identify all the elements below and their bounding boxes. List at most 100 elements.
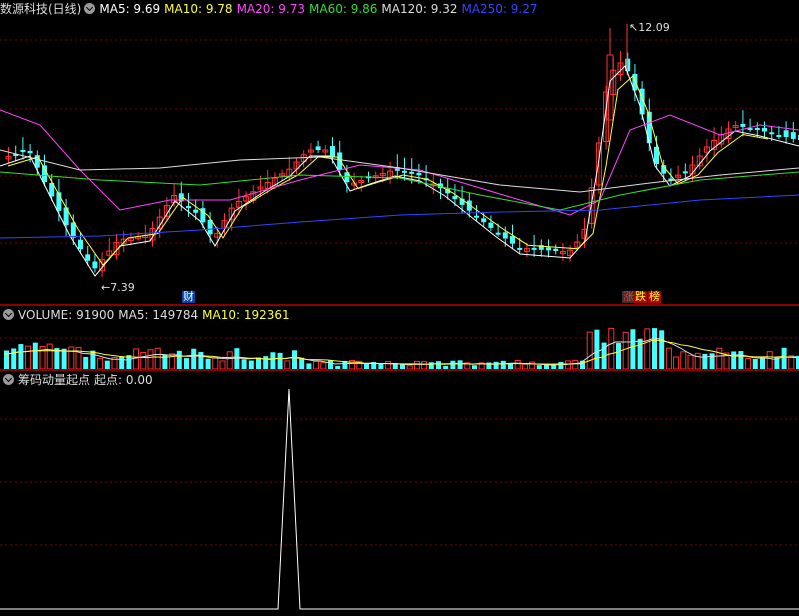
ma250-line <box>0 194 799 239</box>
candle-body <box>517 247 523 250</box>
volume-bar <box>680 351 687 370</box>
candle-body <box>416 172 422 176</box>
volume-bar <box>46 343 53 370</box>
ma-indicator-0: MA5: 9.69 <box>99 2 161 16</box>
candle-body <box>337 152 343 170</box>
candle-body <box>546 247 551 251</box>
candle-body <box>70 222 76 238</box>
kline-chart[interactable] <box>0 0 799 305</box>
volume-bar <box>558 361 564 369</box>
candle-body <box>531 247 537 250</box>
stock-title: 数源科技(日线) <box>0 2 82 16</box>
volume-bar <box>652 328 657 369</box>
signal-chart[interactable] <box>0 371 799 616</box>
ma20-line <box>0 109 799 216</box>
candle-body <box>495 232 501 235</box>
volume-bar <box>413 360 420 370</box>
volume-indicator-2: MA10: 192361 <box>202 308 290 322</box>
ma120-line <box>0 149 799 193</box>
high-price-marker: ↖12.09 <box>629 21 670 34</box>
volume-bar <box>292 350 297 369</box>
volume-bar <box>500 360 506 369</box>
volume-bar <box>90 350 96 369</box>
fall-tag[interactable]: 跌 <box>634 291 647 303</box>
volume-pane[interactable]: VOLUME: 91900 MA5: 149784 MA10: 192361 <box>0 306 799 370</box>
candle-body <box>402 170 407 173</box>
signal-pane[interactable]: 筹码动量起点 起点: 0.00 <box>0 371 799 616</box>
ma-indicator-3: MA60: 9.86 <box>309 2 378 16</box>
candle-body <box>315 146 321 150</box>
ma-indicator-2: MA20: 9.73 <box>236 2 305 16</box>
volume-bar <box>572 359 579 370</box>
candle-body <box>330 146 335 157</box>
volume-bar <box>731 351 737 369</box>
candle-body <box>186 206 191 209</box>
volume-bar <box>421 361 428 370</box>
candle-body <box>27 150 33 154</box>
volume-bar <box>212 357 219 370</box>
collapse-toggle-icon[interactable] <box>3 309 14 320</box>
candle-body <box>754 127 760 130</box>
volume-bar <box>256 357 261 369</box>
volume-bar <box>18 344 24 369</box>
volume-bar <box>687 354 694 370</box>
candle-body <box>606 54 614 121</box>
volume-bar <box>694 352 701 370</box>
candle-body <box>510 235 515 244</box>
finance-tag[interactable]: 财 <box>182 291 195 303</box>
volume-bar <box>644 328 651 370</box>
candle-body <box>78 239 83 250</box>
volume-bar <box>133 348 140 370</box>
candle-body <box>553 248 559 251</box>
candle-body <box>790 132 796 139</box>
volume-bar <box>716 347 723 370</box>
volume-bar <box>514 359 521 370</box>
volume-bar <box>608 327 615 370</box>
ma-indicators: MA5: 9.69 MA10: 9.78 MA20: 9.73 MA60: 9.86 M… <box>99 2 541 16</box>
collapse-toggle-icon[interactable] <box>3 374 14 385</box>
volume-legend: VOLUME: 91900 MA5: 149784 MA10: 192361 <box>0 306 298 324</box>
volume-bar <box>61 348 67 369</box>
ma-indicator-4: MA120: 9.32 <box>381 2 458 16</box>
volume-indicator-1: MA5: 149784 <box>118 308 199 322</box>
volume-bar <box>385 360 392 370</box>
volume-bar <box>702 353 708 369</box>
volume-bar <box>184 358 189 369</box>
volume-bar <box>104 360 110 369</box>
collapse-toggle-icon[interactable] <box>84 3 96 14</box>
candle-body <box>682 171 688 174</box>
candle-body <box>193 209 199 213</box>
candle-body <box>762 127 767 132</box>
volume-bar <box>760 357 765 369</box>
candle-body <box>474 215 479 218</box>
volume-bar <box>147 349 154 370</box>
kline-pane[interactable]: 数源科技(日线) MA5: 9.69 MA10: 9.78 MA20: 9.73 MA6… <box>0 0 799 305</box>
candle-body <box>488 222 494 228</box>
volume-bar <box>176 350 182 369</box>
volume-bar <box>328 360 333 369</box>
volume-bar <box>83 356 89 369</box>
volume-bar <box>270 352 276 369</box>
volume-bar <box>709 353 715 369</box>
volume-bar <box>659 330 665 369</box>
candle-body <box>481 218 487 223</box>
volume-bar <box>752 359 758 369</box>
volume-bar <box>493 361 499 369</box>
volume-bar <box>219 360 226 370</box>
volume-indicator-0: VOLUME: 91900 <box>18 308 115 322</box>
signal-title: 筹码动量起点 <box>18 373 91 387</box>
volume-bar <box>11 348 17 369</box>
candle-body <box>502 232 508 239</box>
volume-bar <box>97 357 104 370</box>
volume-bar <box>226 351 233 370</box>
volume-bar <box>766 351 773 370</box>
ranking-tag[interactable]: 榜 <box>648 291 661 303</box>
volume-bar <box>248 360 254 369</box>
volume-bar <box>565 360 572 370</box>
volume-bar <box>241 359 247 369</box>
ma-indicator-5: MA250: 9.27 <box>461 2 538 16</box>
volume-bar <box>191 348 197 369</box>
volume-bar <box>263 356 269 369</box>
ma10-line <box>7 75 769 266</box>
volume-bar <box>673 356 680 370</box>
